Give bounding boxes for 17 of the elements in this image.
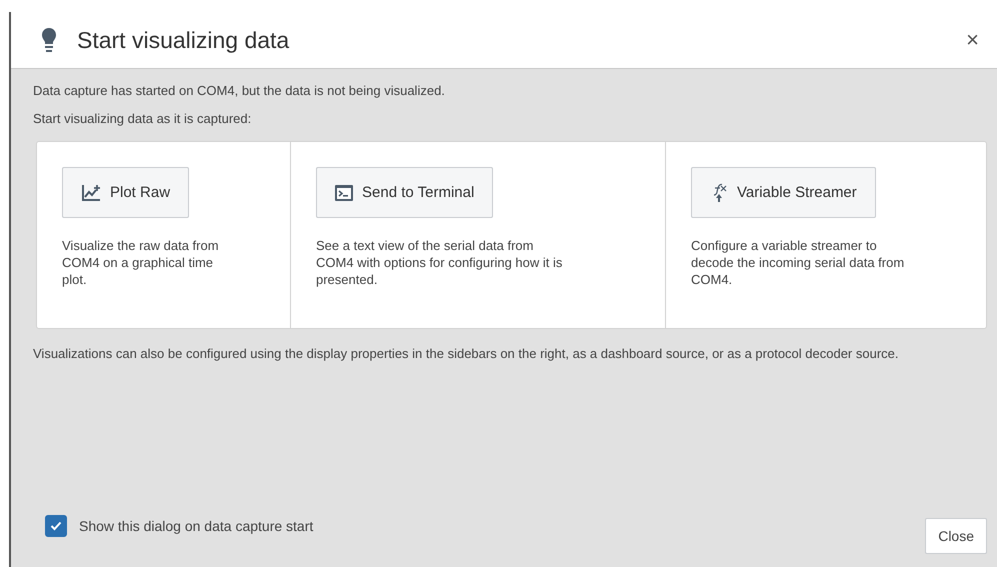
lightbulb-icon <box>41 27 57 53</box>
intro-text: Start visualizing data as it is captured: <box>33 111 252 127</box>
option-description: See a text view of the serial data from COM4 with options for configuring how it is presented. <box>316 237 564 288</box>
close-button[interactable]: Close <box>925 518 987 554</box>
note-text: Visualizations can also be configured using the display properties in the sidebars on the right, as a dashboard source, or as a protocol decoder source. <box>33 345 900 363</box>
dialog-title: Start visualizing data <box>77 26 290 54</box>
option-button[interactable]: Variable Streamer <box>691 167 876 218</box>
chart-icon <box>81 184 101 202</box>
option-description: Configure a variable streamer to decode the incoming serial data from COM4. <box>691 237 906 288</box>
option-button[interactable]: Plot Raw <box>62 167 190 218</box>
option-description: Visualize the raw data from COM4 on a graphical time plot. <box>62 237 220 288</box>
terminal-icon <box>335 184 353 200</box>
option-button[interactable]: Send to Terminal <box>316 167 494 218</box>
checkbox-label: Show this dialog on data capture start <box>79 518 314 534</box>
intro-text: Data capture has started on COM4, but the data is not being visualized. <box>33 83 446 99</box>
checkbox[interactable] <box>45 515 67 537</box>
check-icon <box>49 519 63 533</box>
